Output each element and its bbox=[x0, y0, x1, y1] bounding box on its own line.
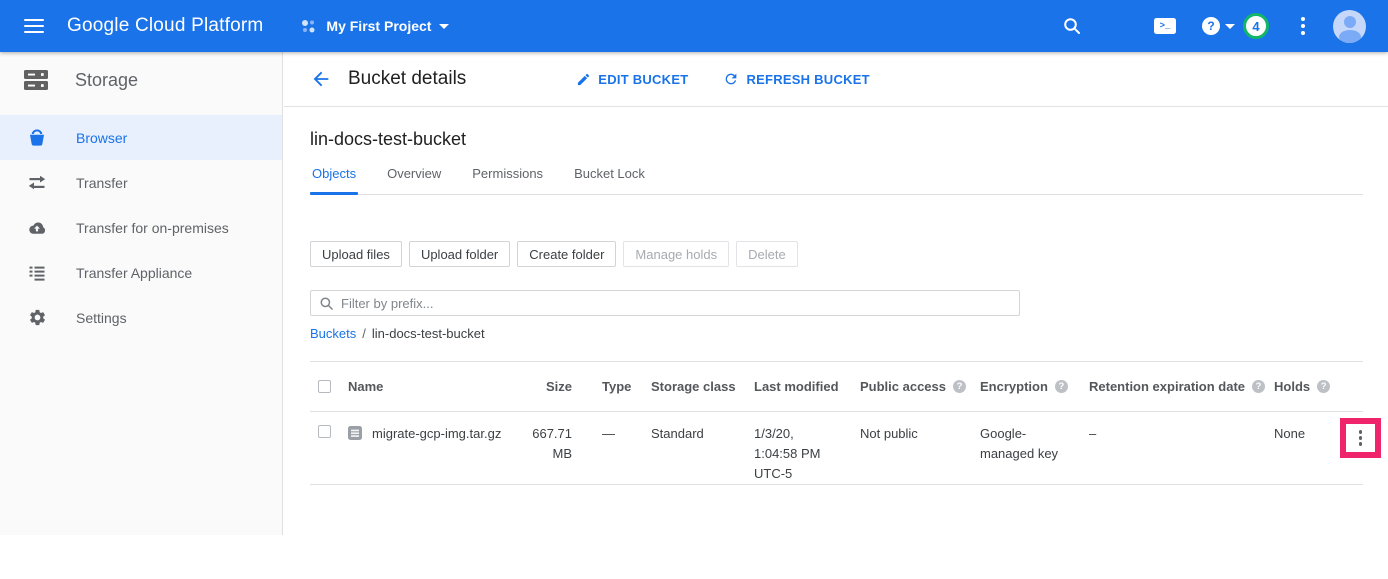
search-icon[interactable] bbox=[1062, 16, 1082, 36]
column-retention-expiration-date: Retention expiration date bbox=[1089, 379, 1245, 394]
chevron-down-icon bbox=[1225, 24, 1235, 29]
project-grid-icon bbox=[298, 16, 318, 36]
cloud-shell-icon[interactable]: >_ bbox=[1154, 18, 1176, 34]
help-menu[interactable]: ? bbox=[1202, 17, 1235, 35]
cell-holds: None bbox=[1274, 424, 1340, 444]
row-more-options-icon[interactable] bbox=[1359, 430, 1363, 446]
table-header-row: Name Size Type Storage class Last modifi… bbox=[310, 361, 1363, 412]
breadcrumb-separator: / bbox=[362, 326, 366, 341]
avatar[interactable] bbox=[1333, 10, 1366, 43]
help-icon[interactable]: ? bbox=[1055, 380, 1068, 393]
filter-field[interactable] bbox=[310, 290, 1020, 316]
refresh-bucket-button[interactable]: REFRESH BUCKET bbox=[723, 71, 869, 87]
object-toolbar: Upload files Upload folder Create folder… bbox=[310, 241, 1363, 267]
tab-bar: Objects Overview Permissions Bucket Lock bbox=[310, 160, 1363, 195]
tab-overview[interactable]: Overview bbox=[385, 160, 443, 194]
sidebar-item-label: Transfer for on-premises bbox=[76, 220, 229, 236]
sidebar-header: Storage bbox=[0, 52, 282, 108]
row-checkbox[interactable] bbox=[318, 425, 331, 438]
column-public-access: Public access bbox=[860, 379, 946, 394]
column-name: Name bbox=[348, 379, 383, 394]
cell-retention-expiration-date: – bbox=[1089, 424, 1274, 444]
menu-icon[interactable] bbox=[24, 19, 44, 33]
notification-badge[interactable]: 4 bbox=[1243, 13, 1269, 39]
sidebar-item-label: Transfer bbox=[76, 175, 128, 191]
back-arrow-icon[interactable] bbox=[310, 68, 332, 90]
sidebar-item-label: Settings bbox=[76, 310, 127, 326]
edit-bucket-button[interactable]: EDIT BUCKET bbox=[576, 72, 688, 87]
column-storage-class: Storage class bbox=[651, 379, 736, 394]
cell-type: — bbox=[602, 424, 651, 444]
annotation-highlight bbox=[1340, 418, 1381, 458]
cell-last-modified: 1/3/20, 1:04:58 PM UTC-5 bbox=[754, 424, 860, 484]
chevron-down-icon bbox=[439, 24, 449, 29]
create-folder-button[interactable]: Create folder bbox=[517, 241, 616, 267]
tab-objects[interactable]: Objects bbox=[310, 160, 358, 194]
tab-permissions[interactable]: Permissions bbox=[470, 160, 545, 194]
project-selector[interactable]: My First Project bbox=[298, 16, 449, 36]
filter-input[interactable] bbox=[341, 296, 1011, 311]
main-content: lin-docs-test-bucket Objects Overview Pe… bbox=[284, 107, 1388, 579]
column-encryption: Encryption bbox=[980, 379, 1048, 394]
manage-holds-button[interactable]: Manage holds bbox=[623, 241, 729, 267]
list-lines-icon bbox=[27, 263, 47, 283]
product-name: Google Cloud Platform bbox=[67, 15, 263, 37]
cell-encryption: Google-managed key bbox=[980, 424, 1089, 464]
column-holds: Holds bbox=[1274, 379, 1310, 394]
storage-logo-icon bbox=[24, 69, 48, 91]
table-row: migrate-gcp-img.tar.gz 667.71 MB — Stand… bbox=[310, 412, 1363, 485]
upload-folder-button[interactable]: Upload folder bbox=[409, 241, 510, 267]
objects-table: Name Size Type Storage class Last modifi… bbox=[310, 361, 1363, 485]
delete-button[interactable]: Delete bbox=[736, 241, 798, 267]
page-title: Bucket details bbox=[348, 68, 466, 90]
sidebar-item-transfer-appliance[interactable]: Transfer Appliance bbox=[0, 250, 282, 295]
refresh-icon bbox=[723, 71, 739, 87]
sidebar-item-browser[interactable]: Browser bbox=[0, 115, 282, 160]
sidebar-item-label: Transfer Appliance bbox=[76, 265, 192, 281]
bucket-name: lin-docs-test-bucket bbox=[310, 129, 1363, 150]
sidebar-title: Storage bbox=[75, 70, 138, 91]
help-icon[interactable]: ? bbox=[953, 380, 966, 393]
top-bar: Google Cloud Platform My First Project >… bbox=[0, 0, 1388, 52]
upload-files-button[interactable]: Upload files bbox=[310, 241, 402, 267]
more-options-icon[interactable] bbox=[1299, 15, 1307, 37]
column-type: Type bbox=[602, 379, 631, 394]
sidebar-item-transfer[interactable]: Transfer bbox=[0, 160, 282, 205]
pencil-icon bbox=[576, 72, 591, 87]
object-name-link[interactable]: migrate-gcp-img.tar.gz bbox=[372, 424, 501, 444]
cell-storage-class: Standard bbox=[651, 424, 754, 444]
cell-size: 667.71 MB bbox=[525, 424, 572, 464]
help-icon[interactable]: ? bbox=[1252, 380, 1265, 393]
column-last-modified: Last modified bbox=[754, 379, 839, 394]
gear-icon bbox=[27, 308, 47, 328]
gcp-console: Google Cloud Platform My First Project >… bbox=[0, 0, 1388, 579]
search-icon bbox=[319, 296, 334, 311]
transfer-arrows-icon bbox=[27, 173, 47, 193]
bucket-icon bbox=[27, 128, 47, 148]
sidebar: Storage Browser Transfer Transfer for on… bbox=[0, 52, 283, 535]
breadcrumb: Buckets / lin-docs-test-bucket bbox=[310, 326, 1363, 341]
page-header: Bucket details EDIT BUCKET REFRESH BUCKE… bbox=[284, 52, 1388, 107]
edit-bucket-label: EDIT BUCKET bbox=[598, 72, 688, 87]
cell-public-access: Not public bbox=[860, 424, 980, 444]
sidebar-item-label: Browser bbox=[76, 130, 127, 146]
file-icon bbox=[347, 425, 363, 447]
select-all-checkbox[interactable] bbox=[318, 380, 331, 393]
sidebar-item-settings[interactable]: Settings bbox=[0, 295, 282, 340]
breadcrumb-buckets-link[interactable]: Buckets bbox=[310, 326, 356, 341]
refresh-bucket-label: REFRESH BUCKET bbox=[746, 72, 869, 87]
sidebar-item-transfer-on-premises[interactable]: Transfer for on-premises bbox=[0, 205, 282, 250]
breadcrumb-current: lin-docs-test-bucket bbox=[372, 326, 485, 341]
help-icon[interactable]: ? bbox=[1317, 380, 1330, 393]
column-size: Size bbox=[546, 379, 572, 394]
cloud-upload-icon bbox=[27, 218, 47, 238]
project-name: My First Project bbox=[326, 18, 431, 34]
help-icon: ? bbox=[1202, 17, 1220, 35]
tab-bucket-lock[interactable]: Bucket Lock bbox=[572, 160, 647, 194]
sidebar-nav: Browser Transfer Transfer for on-premise… bbox=[0, 115, 282, 340]
